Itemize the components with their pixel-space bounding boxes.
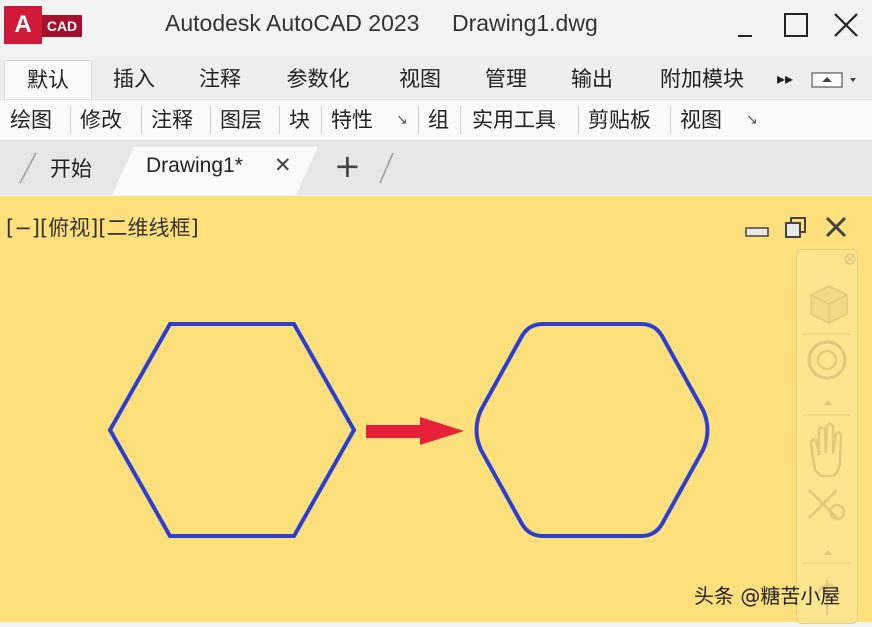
title-bar: A CAD Autodesk AutoCAD 2023 Drawing1.dwg: [0, 0, 872, 52]
logo-text: CAD: [42, 15, 82, 37]
arrow-icon: [366, 417, 464, 445]
drawing-canvas: [107, 322, 710, 538]
close-window-button[interactable]: [826, 8, 866, 44]
tab-view[interactable]: 视图: [384, 60, 456, 98]
logo-letter: A: [4, 6, 42, 44]
separator: [70, 106, 71, 134]
file-tab-bar: 开始 Drawing1* ✕ +: [0, 141, 872, 195]
separator: [460, 106, 461, 134]
hexagon-original[interactable]: [107, 322, 357, 538]
separator: [141, 106, 142, 134]
more-tabs-button[interactable]: ▸▸: [770, 60, 800, 98]
maximize-button[interactable]: [776, 8, 816, 44]
ribbon-tab-bar: 默认 插入 注释 参数化 视图 管理 输出 附加模块 ▸▸: [0, 56, 872, 99]
separator: [418, 106, 419, 134]
hexagon-filleted[interactable]: [474, 322, 710, 538]
separator: [321, 106, 322, 134]
panel-groups[interactable]: 组: [428, 104, 449, 136]
panel-properties[interactable]: 特性: [331, 104, 373, 136]
document-title: Drawing1.dwg: [452, 10, 598, 36]
navbar-icons: [803, 253, 856, 615]
properties-expand-icon[interactable]: ↘: [396, 104, 408, 136]
tab-insert[interactable]: 插入: [98, 60, 170, 98]
tab-default[interactable]: 默认: [4, 60, 92, 99]
panel-view[interactable]: 视图: [680, 104, 722, 136]
ribbon-minimize-toggle[interactable]: [810, 70, 864, 90]
panel-modify[interactable]: 修改: [80, 104, 122, 136]
panel-annotation[interactable]: 注释: [151, 104, 193, 136]
navbar-close-icon[interactable]: [844, 253, 856, 265]
zoom-extents-icon[interactable]: [808, 489, 846, 555]
panel-block[interactable]: 块: [289, 104, 310, 136]
steering-wheel-icon[interactable]: [807, 340, 847, 405]
panel-utilities[interactable]: 实用工具: [472, 104, 556, 136]
watermark-text: 头条 @糖苦小屋: [694, 584, 841, 608]
app-title: Autodesk AutoCAD 2023: [165, 10, 420, 36]
tab-drawing1[interactable]: Drawing1*: [146, 154, 243, 178]
file-tab-shapes: [19, 147, 394, 195]
viewcube-icon[interactable]: [810, 285, 848, 324]
autocad-logo[interactable]: A CAD: [4, 6, 82, 44]
pan-hand-icon[interactable]: [809, 422, 843, 478]
separator: [210, 106, 211, 134]
minimize-button[interactable]: [724, 8, 764, 44]
tab-start[interactable]: 开始: [50, 153, 92, 183]
tab-parametric[interactable]: 参数化: [270, 60, 366, 98]
tab-output[interactable]: 输出: [556, 60, 628, 98]
panel-layers[interactable]: 图层: [220, 104, 262, 136]
maximize-icon: [784, 13, 808, 37]
close-tab-icon[interactable]: ✕: [274, 153, 292, 177]
separator: [279, 106, 280, 134]
separator: [578, 106, 579, 134]
navigation-bar: [796, 249, 858, 624]
close-icon: [834, 13, 858, 37]
separator: [670, 106, 671, 134]
new-tab-button[interactable]: +: [334, 147, 361, 185]
drawing-viewport[interactable]: [−][俯视][二维线框]: [0, 196, 872, 622]
panel-clipboard[interactable]: 剪贴板: [588, 104, 651, 136]
view-expand-icon[interactable]: ↘: [746, 104, 758, 136]
tab-addins[interactable]: 附加模块: [648, 60, 756, 98]
ribbon-panel-bar: 绘图 修改 注释 图层 块 特性 ↘ 组 实用工具 剪贴板 视图 ↘: [0, 99, 872, 141]
tab-annotate[interactable]: 注释: [184, 60, 256, 98]
tab-manage[interactable]: 管理: [470, 60, 542, 98]
panel-draw[interactable]: 绘图: [10, 104, 52, 136]
minimize-icon: [738, 35, 752, 37]
ribbon-toggle-icon: [811, 72, 856, 88]
